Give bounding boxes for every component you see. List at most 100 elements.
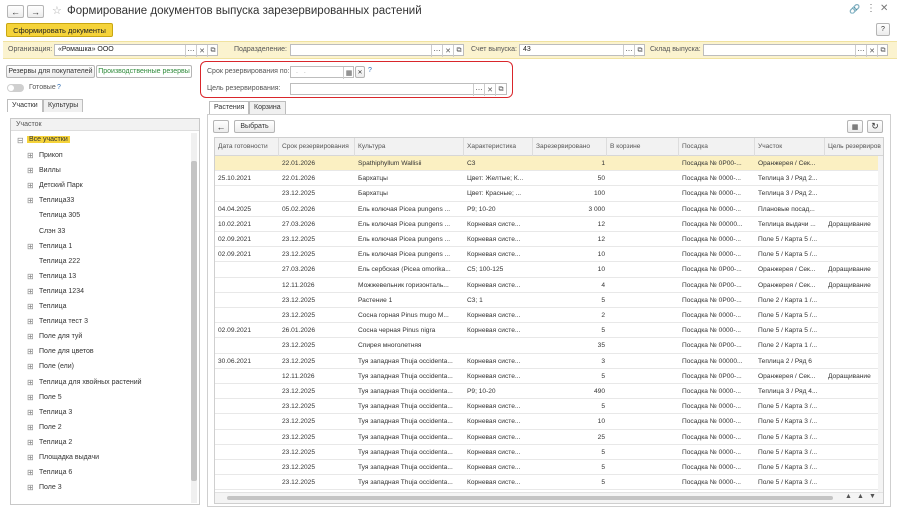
dropdown-icon[interactable]: ⋯ <box>431 45 442 57</box>
more-icon[interactable]: ⋮ <box>866 3 876 14</box>
column-header[interactable]: Участок <box>755 138 825 156</box>
expand-icon[interactable]: ⊞ <box>27 405 34 420</box>
column-header[interactable]: Срок резервирования <box>279 138 355 156</box>
table-row[interactable]: 02.09.2021 26.01.2026 Сосна черная Pinus n… <box>215 323 878 339</box>
table-row[interactable]: 23.12.2025 Туя западная Thuja occidenta..… <box>215 460 878 476</box>
open-icon[interactable]: ⧉ <box>207 45 218 57</box>
warehouse-field[interactable]: ⋯ ✕ ⧉ <box>703 44 888 57</box>
expand-icon[interactable]: ⊞ <box>27 178 34 193</box>
dropdown-icon[interactable]: ⋯ <box>473 84 484 96</box>
tree-scrollbar[interactable] <box>191 133 197 503</box>
tab-sections[interactable]: Участки <box>7 99 43 112</box>
column-header[interactable]: Дата готовности <box>215 138 279 156</box>
link-icon[interactable]: 🔗 <box>849 4 860 15</box>
table-hscroll-thumb[interactable] <box>227 496 833 500</box>
expand-icon[interactable]: ⊞ <box>27 314 34 329</box>
tab-cart[interactable]: Корзина <box>249 101 286 114</box>
forward-button[interactable]: → <box>27 5 44 18</box>
tab-production-reserves[interactable]: Производственные резервы <box>96 65 192 78</box>
account-field[interactable]: 43 ⋯ ⧉ <box>519 44 645 57</box>
dropdown-icon[interactable]: ⋯ <box>185 45 196 57</box>
calendar-icon[interactable]: ▦ <box>343 67 354 79</box>
expand-icon[interactable]: ⊞ <box>27 148 34 163</box>
table-row[interactable]: 23.12.2025 Туя западная Thuja occidenta..… <box>215 414 878 430</box>
clear-icon[interactable]: ✕ <box>442 45 453 57</box>
table-row[interactable]: 23.12.2025 Растение 1 С3; 1 5 Посадка № 0Р00… <box>215 293 878 308</box>
reserve-date-clear-button[interactable]: ✕ <box>355 66 365 78</box>
open-icon[interactable]: ⧉ <box>495 84 506 96</box>
expand-icon[interactable]: ⊞ <box>27 480 34 495</box>
select-button[interactable]: Выбрать <box>234 120 275 133</box>
tree-scroll-thumb[interactable] <box>191 161 197 481</box>
table-row[interactable]: 23.12.2025 Спирея многолетняя 35 Посадка № … <box>215 338 878 354</box>
favorite-star-icon[interactable]: ☆ <box>52 4 62 17</box>
scroll-up-icon[interactable]: ▲ <box>857 493 864 500</box>
column-header[interactable]: Культура <box>355 138 464 156</box>
department-field[interactable]: ⋯ ✕ ⧉ <box>290 44 464 57</box>
clear-icon[interactable]: ✕ <box>866 45 877 57</box>
table-vscrollbar[interactable] <box>878 156 883 492</box>
table-hscrollbar[interactable]: ▲ ▲ ▼ <box>215 492 883 503</box>
expand-icon[interactable]: ⊞ <box>27 269 34 284</box>
table-row[interactable]: 02.09.2021 23.12.2025 Ель колючая Picea pu… <box>215 232 878 248</box>
back-button[interactable]: ← <box>7 5 24 18</box>
expand-icon[interactable]: ⊞ <box>27 465 34 480</box>
ready-help-icon[interactable]: ? <box>57 84 61 91</box>
table-row[interactable]: 04.04.2025 05.02.2026 Ель колючая Picea pu… <box>215 202 878 217</box>
table-row[interactable]: 22.01.2026 Spathiphyllum Wallisii С3 1 Посад… <box>215 156 878 172</box>
reserve-purpose-field[interactable]: ⋯ ✕ ⧉ <box>290 83 507 96</box>
reserve-date-field[interactable]: . . ▦ <box>290 66 354 79</box>
open-icon[interactable]: ⧉ <box>453 45 464 57</box>
expand-icon[interactable]: ⊞ <box>27 299 34 314</box>
table-row[interactable]: 10.02.2021 27.03.2026 Ель колючая Picea pu… <box>215 217 878 232</box>
table-row[interactable]: 23.12.2025 Туя западная Thuja occidenta..… <box>215 430 878 445</box>
expand-icon[interactable]: ⊞ <box>27 359 34 374</box>
table-row[interactable]: 27.03.2026 Ель сербская (Picea omorika...… <box>215 262 878 278</box>
help-button[interactable]: ? <box>876 23 890 36</box>
ready-toggle[interactable] <box>7 84 24 92</box>
expand-icon[interactable]: ⊞ <box>27 390 34 405</box>
open-icon[interactable]: ⧉ <box>877 45 888 57</box>
column-header[interactable]: Характеристика <box>464 138 533 156</box>
table-row[interactable]: 02.09.2021 23.12.2025 Ель колючая Picea pu… <box>215 247 878 263</box>
clear-icon[interactable]: ✕ <box>196 45 207 57</box>
close-icon[interactable]: ✕ <box>880 3 888 14</box>
dropdown-icon[interactable]: ⋯ <box>623 45 634 57</box>
table-row[interactable]: 12.11.2026 Можжевельник горизонталь... Кор… <box>215 278 878 293</box>
column-header[interactable]: Цель резервиров <box>825 138 883 156</box>
reserve-date-help-icon[interactable]: ? <box>368 67 372 74</box>
column-header[interactable]: Зарезервировано <box>533 138 607 156</box>
tab-plants[interactable]: Растения <box>209 101 250 114</box>
expand-icon[interactable]: ⊞ <box>27 329 34 344</box>
expand-icon[interactable]: ⊞ <box>27 420 34 435</box>
refresh-button[interactable]: ↻ <box>867 120 883 133</box>
table-row[interactable]: 23.12.2025 Туя западная Thuja occidenta..… <box>215 384 878 400</box>
tab-crops[interactable]: Культуры <box>43 99 84 112</box>
table-settings-button[interactable]: ▦ <box>847 120 863 133</box>
expand-icon[interactable]: ⊞ <box>27 193 34 208</box>
open-icon[interactable]: ⧉ <box>634 45 645 57</box>
scroll-top-icon[interactable]: ▲ <box>845 493 852 500</box>
table-row[interactable]: 25.10.2021 22.01.2026 Бархатцы Цвет: Желтые… <box>215 171 878 187</box>
table-row[interactable]: 23.12.2025 Туя западная Thuja occidenta..… <box>215 399 878 415</box>
table-row[interactable]: 30.06.2021 23.12.2025 Туя западная Thuja o… <box>215 354 878 369</box>
expand-icon[interactable]: ⊞ <box>27 163 34 178</box>
expand-icon[interactable]: ⊞ <box>27 344 34 359</box>
table-row[interactable]: 23.12.2025 Бархатцы Цвет: Красные; ... 100 П… <box>215 186 878 202</box>
table-back-button[interactable]: ← <box>213 120 229 133</box>
table-row[interactable]: 23.12.2025 Туя западная Thuja occidenta..… <box>215 475 878 491</box>
scroll-down-icon[interactable]: ▼ <box>869 493 876 500</box>
expand-icon[interactable]: ⊞ <box>27 435 34 450</box>
expand-icon[interactable]: ⊞ <box>27 375 34 390</box>
expand-icon[interactable]: ⊞ <box>27 239 34 254</box>
table-row[interactable]: 23.12.2025 Туя западная Thuja occidenta..… <box>215 445 878 460</box>
column-header[interactable]: В корзине <box>607 138 679 156</box>
dropdown-icon[interactable]: ⋯ <box>855 45 866 57</box>
organization-field[interactable]: «Ромашка» ООО ⋯ ✕ ⧉ <box>54 44 218 57</box>
table-row[interactable]: 12.11.2026 Туя западная Thuja occidenta..… <box>215 369 878 384</box>
tab-buyer-reserves[interactable]: Резервы для покупателей <box>6 65 95 78</box>
generate-documents-button[interactable]: Сформировать документы <box>6 23 113 37</box>
expand-icon[interactable]: ⊞ <box>27 284 34 299</box>
expand-icon[interactable]: ⊞ <box>27 450 34 465</box>
clear-icon[interactable]: ✕ <box>484 84 495 96</box>
